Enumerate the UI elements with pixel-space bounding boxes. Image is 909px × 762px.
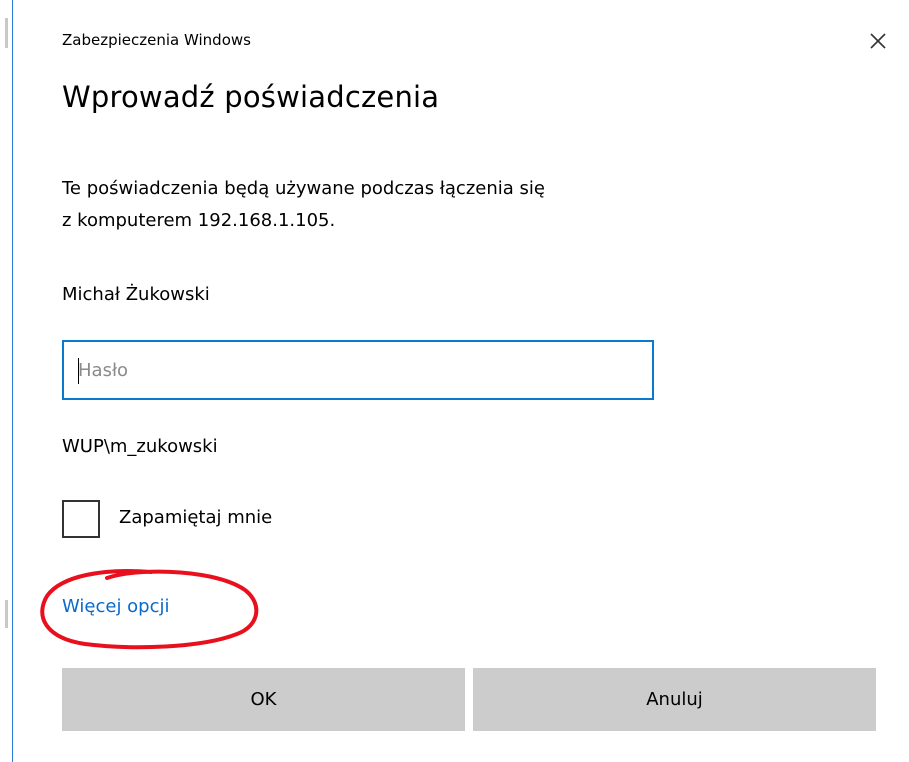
close-icon <box>870 33 886 49</box>
window-title: Zabezpieczenia Windows <box>62 31 251 49</box>
description-line-1: Te poświadczenia będą używane podczas łą… <box>62 178 545 199</box>
domain-username: WUP\m_zukowski <box>62 436 218 457</box>
more-options-link[interactable]: Więcej opcji <box>62 596 170 617</box>
background-scroll-tick <box>5 600 8 628</box>
password-field-frame <box>62 340 654 400</box>
text-caret <box>78 358 79 384</box>
remember-me-label: Zapamiętaj mnie <box>119 507 273 528</box>
dialog-description: Te poświadczenia będą używane podczas łą… <box>62 173 782 237</box>
remember-me-checkbox[interactable] <box>62 500 100 538</box>
cancel-button[interactable]: Anuluj <box>473 668 876 731</box>
dialog-heading: Wprowadź poświadczenia <box>62 80 440 114</box>
description-line-2: z komputerem 192.168.1.105. <box>62 210 336 231</box>
background-window-edge <box>0 0 12 762</box>
user-display-name: Michał Żukowski <box>62 284 210 305</box>
password-input[interactable] <box>78 342 638 398</box>
credentials-dialog: Zabezpieczenia Windows Wprowadź poświadc… <box>12 0 909 762</box>
ok-button[interactable]: OK <box>62 668 465 731</box>
background-scroll-tick <box>5 18 8 48</box>
close-button[interactable] <box>863 26 893 56</box>
